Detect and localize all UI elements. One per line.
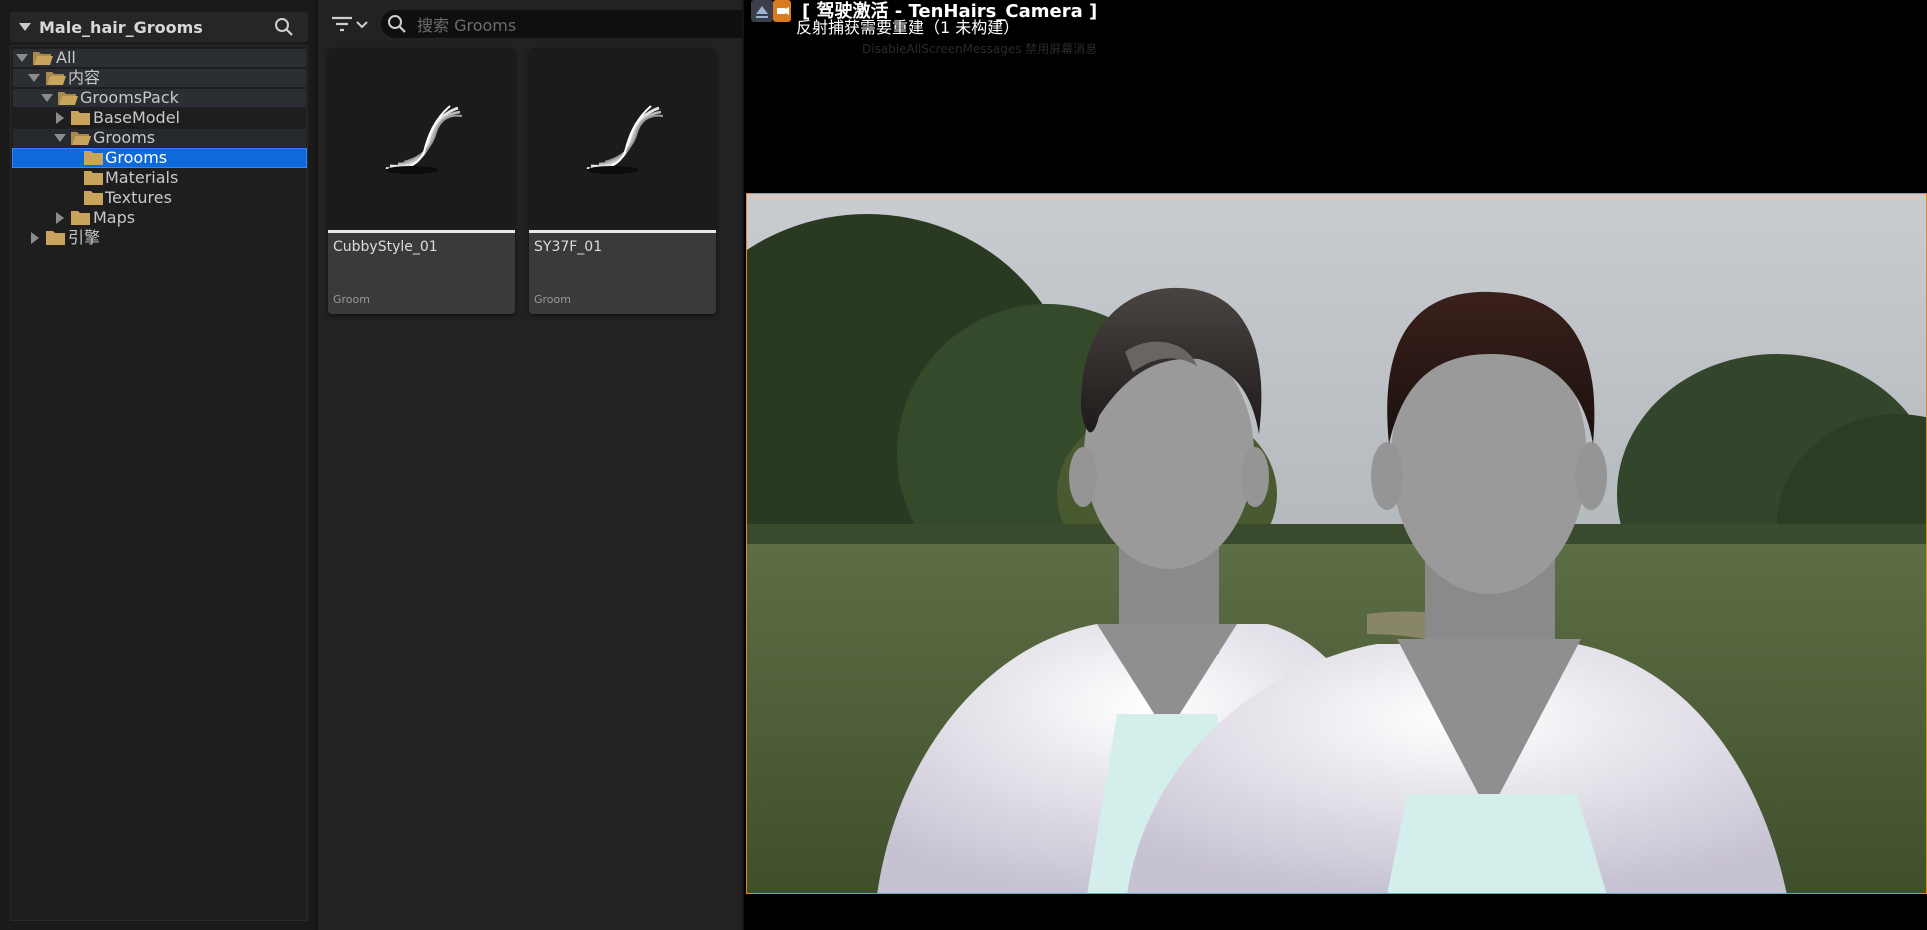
expand-arrow-icon[interactable] <box>16 54 28 62</box>
asset-name: CubbyStyle_01 <box>333 239 438 255</box>
expand-arrow-icon[interactable] <box>41 94 53 102</box>
tree-item-label: Materials <box>105 168 179 187</box>
collapse-triangle-icon[interactable] <box>19 23 31 31</box>
tree-item-content[interactable]: 内容 <box>13 69 306 87</box>
tree-item-all[interactable]: All <box>13 49 306 67</box>
tree-item-groomspack[interactable]: GroomsPack <box>13 89 306 107</box>
tree-item-label: GroomsPack <box>80 88 179 107</box>
tree-item-maps[interactable]: Maps <box>13 209 306 227</box>
hair-strand-icon <box>385 105 463 174</box>
tree-item-basemodel[interactable]: BaseModel <box>13 109 306 127</box>
folder-icon <box>46 231 65 245</box>
folder-icon <box>84 191 103 205</box>
tree-item-label: All <box>56 48 76 67</box>
asset-type-color-bar <box>529 230 716 233</box>
tree-item-label: BaseModel <box>93 108 180 127</box>
tree-item-label: Grooms <box>93 128 156 147</box>
hair-strand-icon <box>586 105 664 174</box>
asset-type: Groom <box>534 293 571 306</box>
tree-item-textures[interactable]: Textures <box>13 189 306 207</box>
tree-item-label: Grooms <box>105 148 168 167</box>
tree-item-engine[interactable]: 引擎 <box>13 229 306 247</box>
filter-button[interactable] <box>330 12 374 36</box>
camera-preview-frame <box>746 193 1927 894</box>
asset-type-color-bar <box>328 230 515 233</box>
faint-message: DisableAllScreenMessages 禁用屏幕消息 <box>862 42 1098 56</box>
folder-tree-panel: Male_hair_Grooms All 内容 GroomsPack BaseM… <box>0 0 315 930</box>
folder-icon <box>84 151 103 165</box>
filter-icon <box>332 16 368 32</box>
tree-item-label: 引擎 <box>68 228 101 247</box>
expand-arrow-icon[interactable] <box>54 134 66 142</box>
asset-search-field[interactable] <box>381 10 742 38</box>
tree-item-label: Maps <box>93 208 136 227</box>
asset-thumbnail <box>529 48 716 230</box>
open-folder-icon <box>58 92 78 105</box>
expand-arrow-icon[interactable] <box>28 74 40 82</box>
scene-render <box>747 194 1926 893</box>
tree-item-materials[interactable]: Materials <box>13 169 306 187</box>
panel-title: Male_hair_Grooms <box>39 18 203 37</box>
asset-thumbnail <box>328 48 515 230</box>
search-input[interactable] <box>415 13 739 37</box>
folder-icon <box>71 111 90 125</box>
folder-icon <box>84 171 103 185</box>
tree-item-label: Textures <box>105 188 172 207</box>
asset-type: Groom <box>333 293 370 306</box>
asset-tile-cubbystyle[interactable]: CubbyStyle_01 Groom <box>328 48 515 314</box>
folder-icon <box>71 211 90 225</box>
level-viewport[interactable]: [ 驾驶激活 - TenHairs_Camera ] 反射捕获需要重建（1 未构… <box>744 0 1927 930</box>
tree-item-label: 内容 <box>68 68 101 87</box>
collapsed-arrow-icon[interactable] <box>31 232 39 244</box>
search-icon <box>387 14 407 34</box>
tree-header: Male_hair_Grooms <box>10 12 308 42</box>
asset-name: SY37F_01 <box>534 239 603 255</box>
tree-item-grooms-parent[interactable]: Grooms <box>13 129 306 147</box>
collapsed-arrow-icon[interactable] <box>56 112 64 124</box>
open-folder-icon <box>46 72 66 85</box>
open-folder-icon <box>33 52 53 65</box>
search-icon[interactable] <box>274 17 294 37</box>
tree-item-grooms-selected[interactable]: Grooms <box>12 148 307 168</box>
reflection-capture-warning: 反射捕获需要重建（1 未构建） <box>796 18 1020 37</box>
viewport-toolbar-icons[interactable] <box>751 0 791 22</box>
asset-tile-sy37f[interactable]: SY37F_01 Groom <box>529 48 716 314</box>
open-folder-icon <box>71 132 91 145</box>
collapsed-arrow-icon[interactable] <box>56 212 64 224</box>
